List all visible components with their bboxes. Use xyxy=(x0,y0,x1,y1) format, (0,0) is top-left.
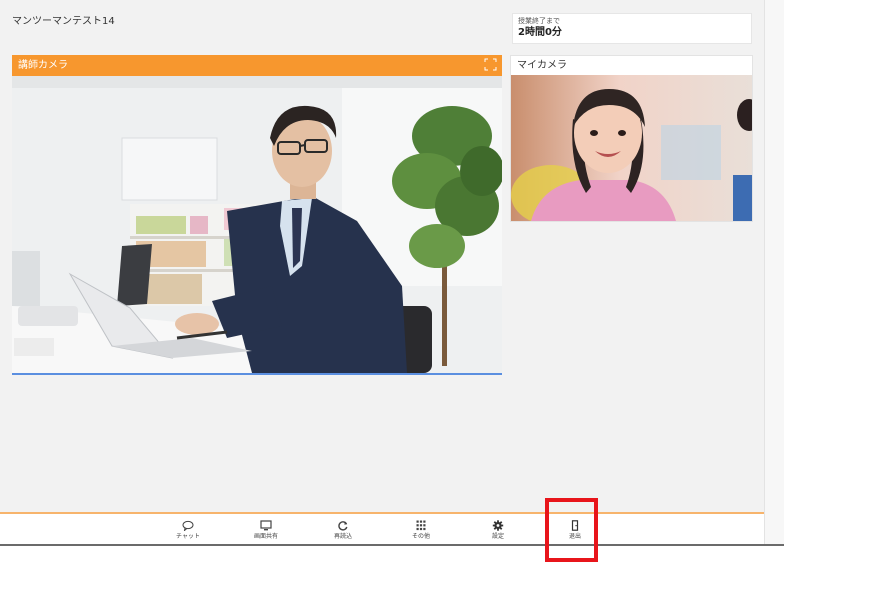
my-camera-panel: マイカメラ xyxy=(510,55,753,222)
screen-share-button[interactable]: 画面共有 xyxy=(241,520,291,540)
chat-button[interactable]: チャット xyxy=(163,520,213,540)
refresh-icon xyxy=(338,521,348,531)
remaining-time-box: 授業終了まで 2時間0分 xyxy=(512,13,752,44)
more-button-label: その他 xyxy=(411,533,430,540)
screen-share-button-label: 画面共有 xyxy=(253,533,278,540)
gear-icon xyxy=(492,520,504,531)
settings-button-label: 設定 xyxy=(491,533,504,540)
reload-button[interactable]: 再読込 xyxy=(318,520,368,540)
settings-button[interactable]: 設定 xyxy=(473,520,523,540)
bottom-toolbar: チャット 画面共有 再読込 その他 設定 退出 xyxy=(0,512,764,544)
my-video xyxy=(511,75,752,221)
teacher-camera-title: 講師カメラ xyxy=(18,60,68,71)
classroom-app: マンツーマンテスト14 授業終了まで 2時間0分 講師カメラ マイカメラ チャッ… xyxy=(0,0,764,544)
teacher-camera-header: 講師カメラ xyxy=(12,55,502,76)
scrollbar-track[interactable] xyxy=(764,0,784,544)
teacher-video xyxy=(12,76,502,373)
chat-bubble-icon xyxy=(182,520,194,531)
chat-button-label: チャット xyxy=(176,533,200,540)
more-button[interactable]: その他 xyxy=(396,520,446,540)
reload-button-label: 再読込 xyxy=(333,533,352,540)
bottom-divider xyxy=(0,544,784,546)
teacher-camera-panel: 講師カメラ xyxy=(12,55,502,375)
my-camera-title: マイカメラ xyxy=(517,60,567,71)
expand-icon[interactable] xyxy=(484,58,497,71)
session-title: マンツーマンテスト14 xyxy=(12,16,115,27)
remaining-time-value: 2時間0分 xyxy=(518,27,562,38)
remaining-time-label: 授業終了まで xyxy=(518,17,560,25)
grid-icon xyxy=(416,520,426,531)
monitor-icon xyxy=(260,520,272,531)
exit-button-highlight xyxy=(545,498,598,562)
